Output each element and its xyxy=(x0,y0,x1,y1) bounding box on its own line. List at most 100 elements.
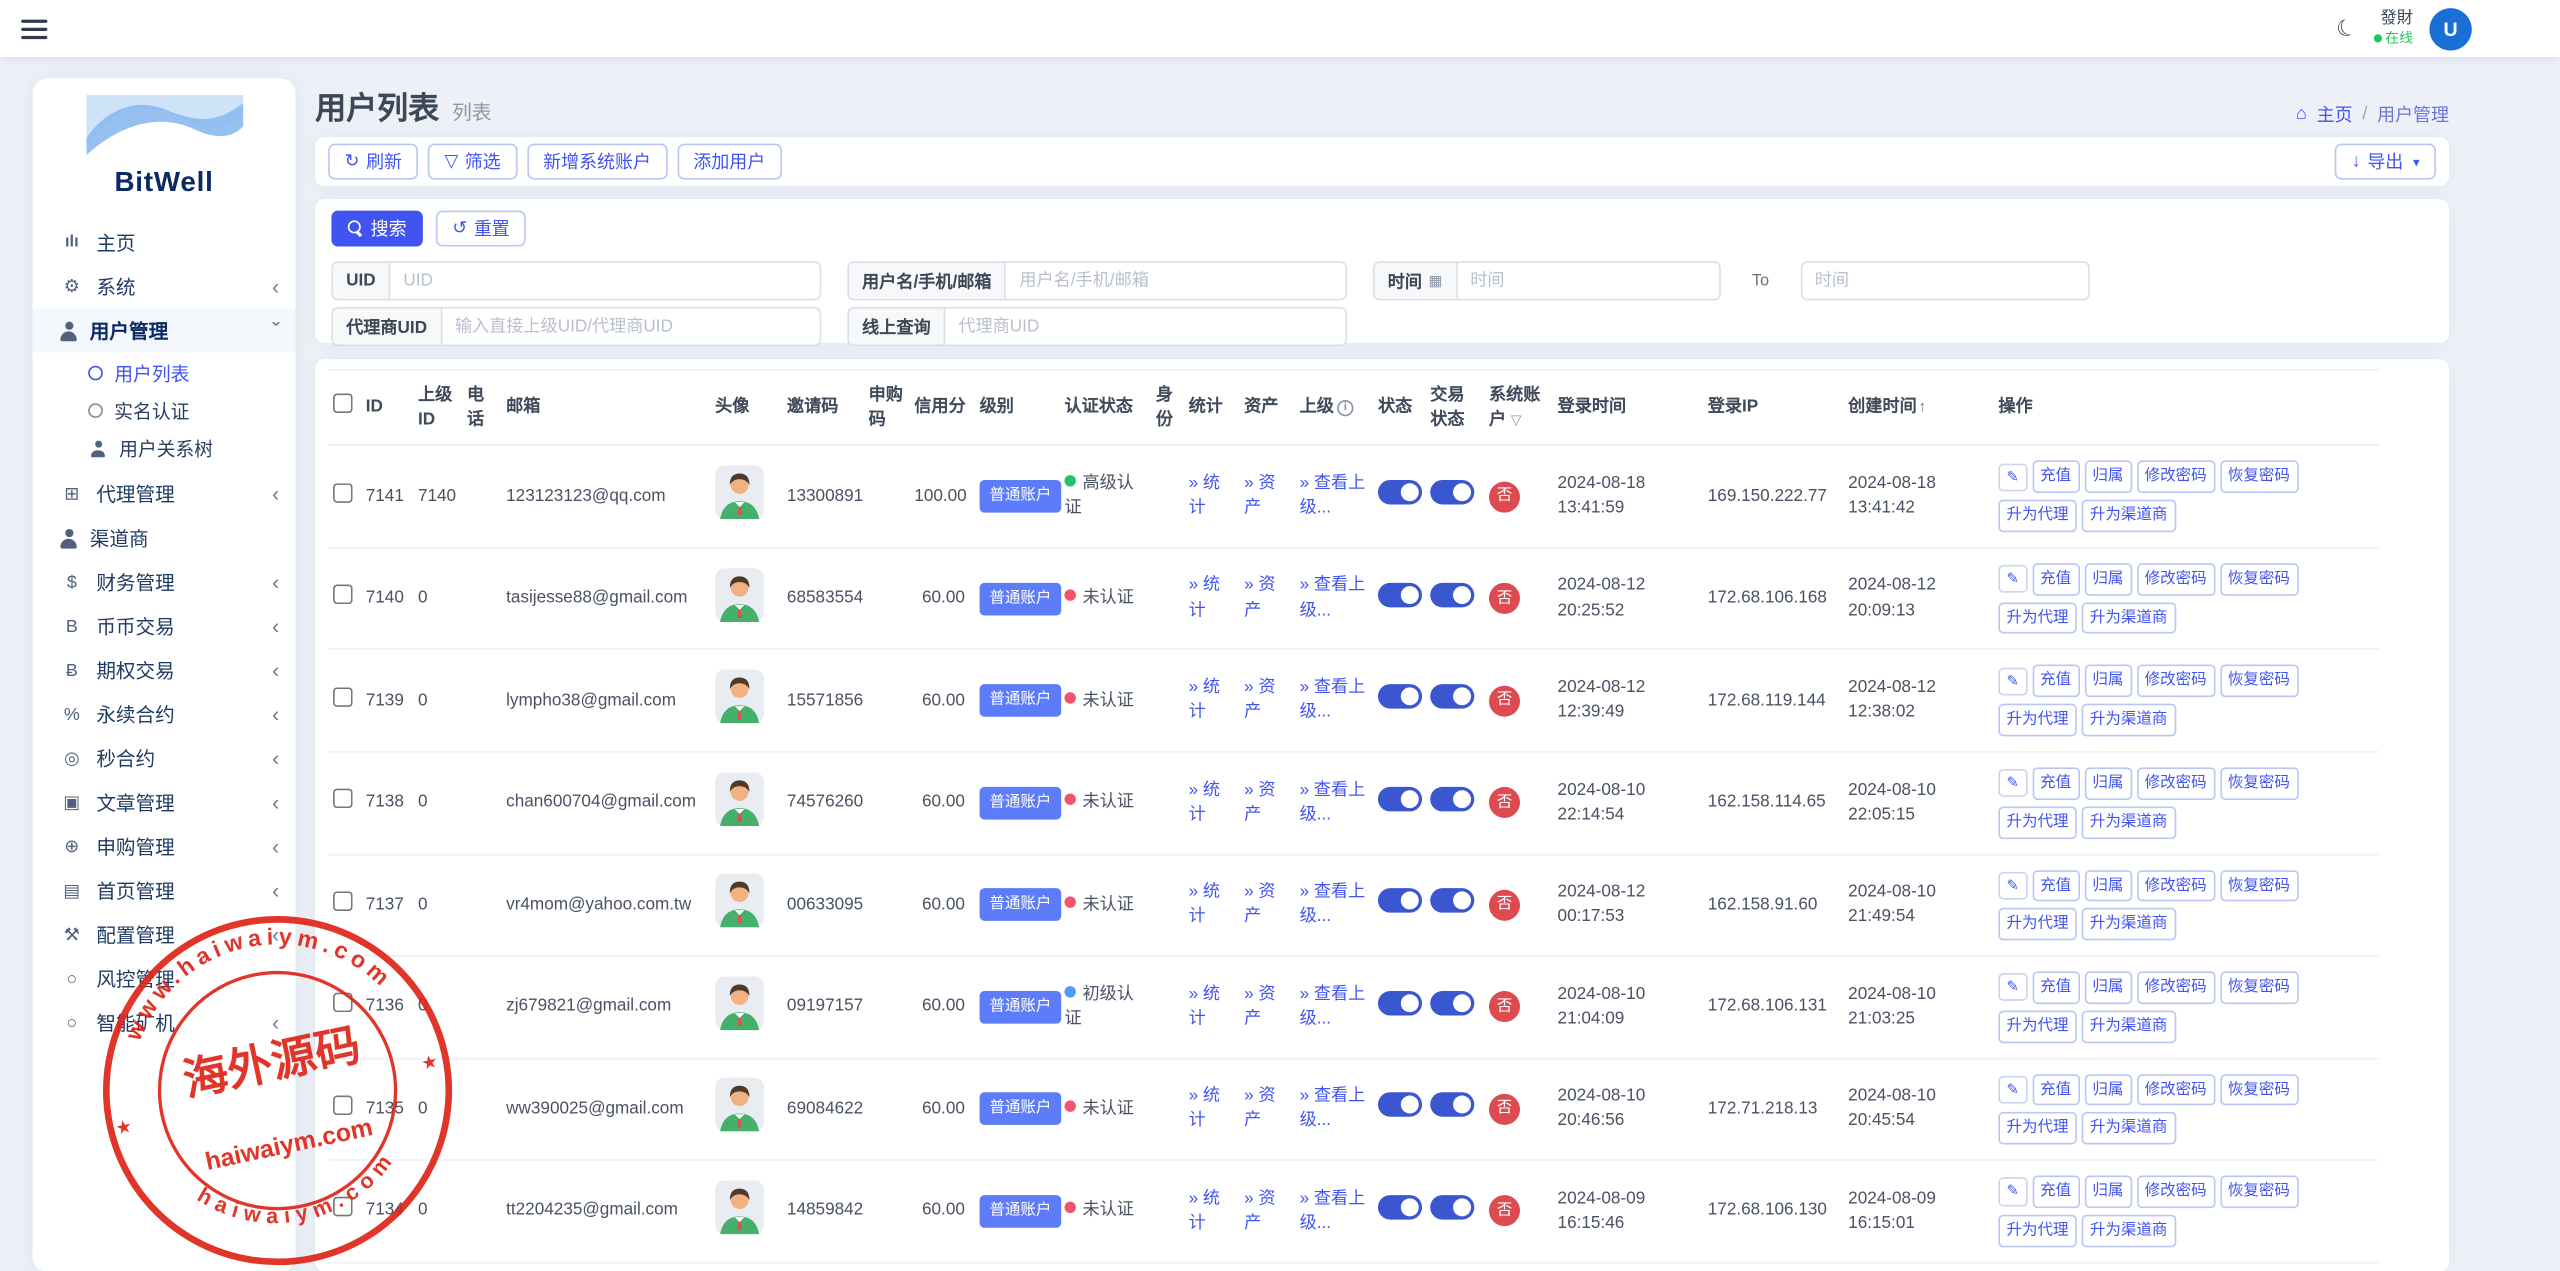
sidebar-item-home[interactable]: ılı主页 xyxy=(33,220,296,264)
sort-asc-icon[interactable]: ↑ xyxy=(1918,399,1926,417)
restore-password-button[interactable]: 恢复密码 xyxy=(2220,869,2298,901)
add-system-account-button[interactable]: 新增系统账户 xyxy=(527,144,667,180)
promote-channel-button[interactable]: 升为渠道商 xyxy=(2082,602,2176,634)
select-all-checkbox[interactable] xyxy=(333,394,353,414)
sidebar-item-finance-management[interactable]: $财务管理‹ xyxy=(33,560,296,604)
promote-channel-button[interactable]: 升为渠道商 xyxy=(2082,806,2176,838)
sidebar-item-config-management[interactable]: ⚒配置管理‹ xyxy=(33,913,296,957)
refresh-button[interactable]: ↻刷新 xyxy=(328,144,418,180)
row-checkbox[interactable] xyxy=(333,789,353,809)
change-password-button[interactable]: 修改密码 xyxy=(2136,665,2214,697)
ownership-button[interactable]: 归属 xyxy=(2084,563,2131,595)
edit-icon[interactable]: ✎ xyxy=(1998,770,2027,798)
sidebar-item-subscription-management[interactable]: ⊕申购管理‹ xyxy=(33,824,296,868)
assets-link[interactable]: 资产 xyxy=(1244,780,1275,824)
user-avatar-topbar[interactable]: U xyxy=(2429,7,2471,49)
recharge-button[interactable]: 充值 xyxy=(2032,563,2079,595)
hamburger-menu-icon[interactable] xyxy=(21,20,47,40)
change-password-button[interactable]: 修改密码 xyxy=(2136,461,2214,493)
restore-password-button[interactable]: 恢复密码 xyxy=(2220,461,2298,493)
change-password-button[interactable]: 修改密码 xyxy=(2136,767,2214,799)
status-toggle[interactable] xyxy=(1378,582,1422,606)
row-checkbox[interactable] xyxy=(333,1197,353,1217)
user-filter-input[interactable] xyxy=(1006,263,1345,299)
view-parent-link[interactable]: 查看上级... xyxy=(1300,780,1366,824)
promote-agent-button[interactable]: 升为代理 xyxy=(1998,1010,2076,1042)
view-parent-link[interactable]: 查看上级... xyxy=(1300,882,1366,926)
sidebar-item-second-contract[interactable]: ◎秒合约‹ xyxy=(33,736,296,780)
ownership-button[interactable]: 归属 xyxy=(2084,665,2131,697)
recharge-button[interactable]: 充值 xyxy=(2032,767,2079,799)
ownership-button[interactable]: 归属 xyxy=(2084,767,2131,799)
time-from-input[interactable] xyxy=(1457,263,1719,299)
recharge-button[interactable]: 充值 xyxy=(2032,869,2079,901)
status-toggle[interactable] xyxy=(1378,1093,1422,1117)
assets-link[interactable]: 资产 xyxy=(1244,1086,1275,1130)
sidebar-item-spot-trading[interactable]: B币币交易‹ xyxy=(33,604,296,648)
sidebar-item-user-list[interactable]: 用户列表 xyxy=(33,354,296,392)
assets-link[interactable]: 资产 xyxy=(1244,1188,1275,1232)
status-toggle[interactable] xyxy=(1378,1195,1422,1219)
sidebar-item-smart-miner[interactable]: ○智能矿机‹ xyxy=(33,1001,296,1045)
stats-link[interactable]: 统计 xyxy=(1189,780,1220,824)
agent-uid-input[interactable] xyxy=(442,309,820,345)
restore-password-button[interactable]: 恢复密码 xyxy=(2220,1176,2298,1208)
restore-password-button[interactable]: 恢复密码 xyxy=(2220,767,2298,799)
sidebar-item-user-relation-tree[interactable]: 用户关系树 xyxy=(33,429,296,467)
sidebar-item-user-management[interactable]: 用户管理ˇ xyxy=(33,309,296,353)
breadcrumb-home[interactable]: 主页 xyxy=(2317,101,2353,127)
promote-agent-button[interactable]: 升为代理 xyxy=(1998,806,2076,838)
edit-icon[interactable]: ✎ xyxy=(1998,667,2027,695)
promote-channel-button[interactable]: 升为渠道商 xyxy=(2082,1010,2176,1042)
trade-status-toggle[interactable] xyxy=(1430,991,1474,1015)
edit-icon[interactable]: ✎ xyxy=(1998,872,2027,900)
change-password-button[interactable]: 修改密码 xyxy=(2136,1176,2214,1208)
promote-channel-button[interactable]: 升为渠道商 xyxy=(2082,1112,2176,1144)
ownership-button[interactable]: 归属 xyxy=(2084,461,2131,493)
recharge-button[interactable]: 充值 xyxy=(2032,971,2079,1003)
change-password-button[interactable]: 修改密码 xyxy=(2136,563,2214,595)
recharge-button[interactable]: 充值 xyxy=(2032,461,2079,493)
trade-status-toggle[interactable] xyxy=(1430,1195,1474,1219)
promote-channel-button[interactable]: 升为渠道商 xyxy=(2082,908,2176,940)
row-checkbox[interactable] xyxy=(333,891,353,911)
trade-status-toggle[interactable] xyxy=(1430,786,1474,810)
row-checkbox[interactable] xyxy=(333,1095,353,1115)
filter-button[interactable]: ▽筛选 xyxy=(428,144,517,180)
search-button[interactable]: 搜索 xyxy=(331,211,422,247)
trade-status-toggle[interactable] xyxy=(1430,582,1474,606)
assets-link[interactable]: 资产 xyxy=(1244,575,1275,619)
online-query-input[interactable] xyxy=(945,309,1345,345)
view-parent-link[interactable]: 查看上级... xyxy=(1300,678,1366,722)
status-toggle[interactable] xyxy=(1378,786,1422,810)
sidebar-item-perpetual-contract[interactable]: %永续合约‹ xyxy=(33,692,296,736)
assets-link[interactable]: 资产 xyxy=(1244,678,1275,722)
promote-channel-button[interactable]: 升为渠道商 xyxy=(2082,704,2176,736)
status-toggle[interactable] xyxy=(1378,480,1422,504)
reset-button[interactable]: ↺重置 xyxy=(436,211,526,247)
sidebar-item-agent-management[interactable]: ⊞代理管理‹ xyxy=(33,472,296,516)
restore-password-button[interactable]: 恢复密码 xyxy=(2220,665,2298,697)
promote-agent-button[interactable]: 升为代理 xyxy=(1998,500,2076,532)
edit-icon[interactable]: ✎ xyxy=(1998,463,2027,491)
export-button[interactable]: ↓导出▾ xyxy=(2335,144,2435,180)
restore-password-button[interactable]: 恢复密码 xyxy=(2220,1074,2298,1106)
trade-status-toggle[interactable] xyxy=(1430,888,1474,912)
ownership-button[interactable]: 归属 xyxy=(2084,971,2131,1003)
edit-icon[interactable]: ✎ xyxy=(1998,565,2027,593)
sidebar-item-system[interactable]: ⚙系统‹ xyxy=(33,264,296,308)
row-checkbox[interactable] xyxy=(333,585,353,605)
stats-link[interactable]: 统计 xyxy=(1189,678,1220,722)
sidebar-item-channel-merchant[interactable]: 渠道商 xyxy=(33,516,296,560)
stats-link[interactable]: 统计 xyxy=(1189,984,1220,1028)
promote-agent-button[interactable]: 升为代理 xyxy=(1998,602,2076,634)
sidebar-item-options-trading[interactable]: Ƀ期权交易‹ xyxy=(33,648,296,692)
view-parent-link[interactable]: 查看上级... xyxy=(1300,473,1366,517)
promote-channel-button[interactable]: 升为渠道商 xyxy=(2082,1214,2176,1246)
edit-icon[interactable]: ✎ xyxy=(1998,1178,2027,1206)
trade-status-toggle[interactable] xyxy=(1430,684,1474,708)
ownership-button[interactable]: 归属 xyxy=(2084,869,2131,901)
stats-link[interactable]: 统计 xyxy=(1189,882,1220,926)
column-filter-icon[interactable]: ▽ xyxy=(1511,411,1522,427)
status-toggle[interactable] xyxy=(1378,991,1422,1015)
